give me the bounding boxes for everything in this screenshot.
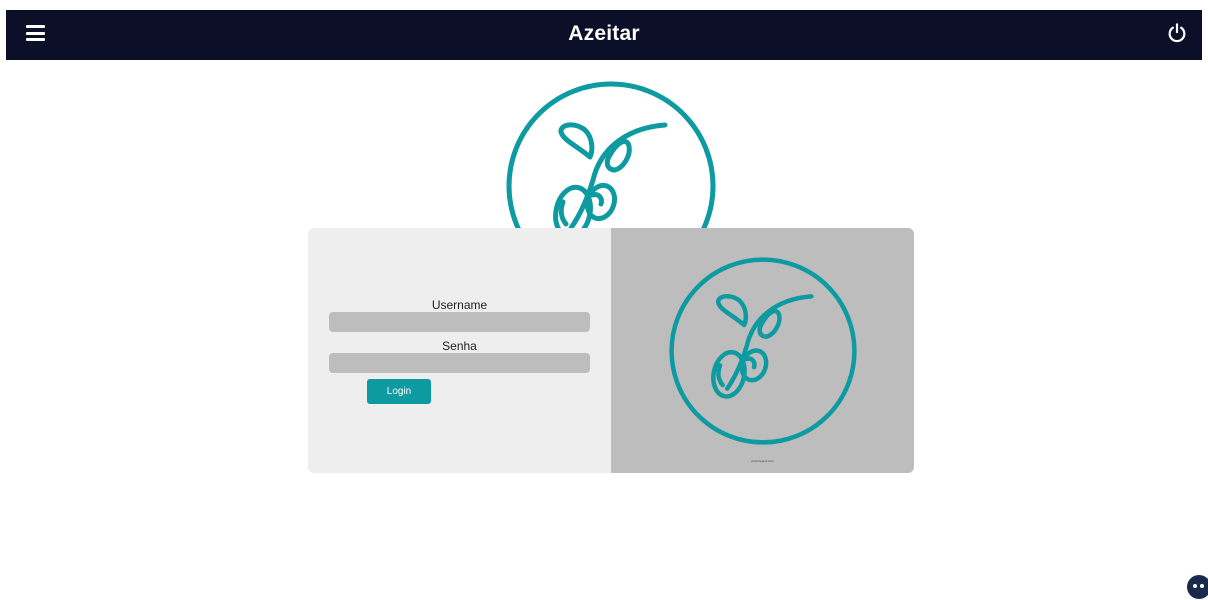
login-form-panel: Username Senha Login bbox=[308, 228, 611, 473]
image-credit: www.freepik.com bbox=[751, 459, 774, 463]
app-title: Azeitar bbox=[568, 22, 640, 45]
password-input[interactable] bbox=[329, 353, 590, 373]
username-input[interactable] bbox=[329, 312, 590, 332]
password-label: Senha bbox=[442, 339, 477, 353]
login-button[interactable]: Login bbox=[367, 379, 431, 404]
power-icon[interactable] bbox=[1166, 22, 1188, 44]
logo-panel: www.freepik.com bbox=[611, 228, 914, 473]
login-card: Username Senha Login www.freepik.com bbox=[308, 228, 914, 473]
chat-bubble-icon[interactable] bbox=[1187, 575, 1208, 599]
olive-branch-icon bbox=[669, 257, 857, 445]
olive-branch-logo bbox=[505, 80, 717, 230]
username-label: Username bbox=[431, 298, 488, 312]
olive-branch-icon bbox=[506, 81, 716, 230]
top-navbar: Azeitar bbox=[6, 10, 1202, 60]
